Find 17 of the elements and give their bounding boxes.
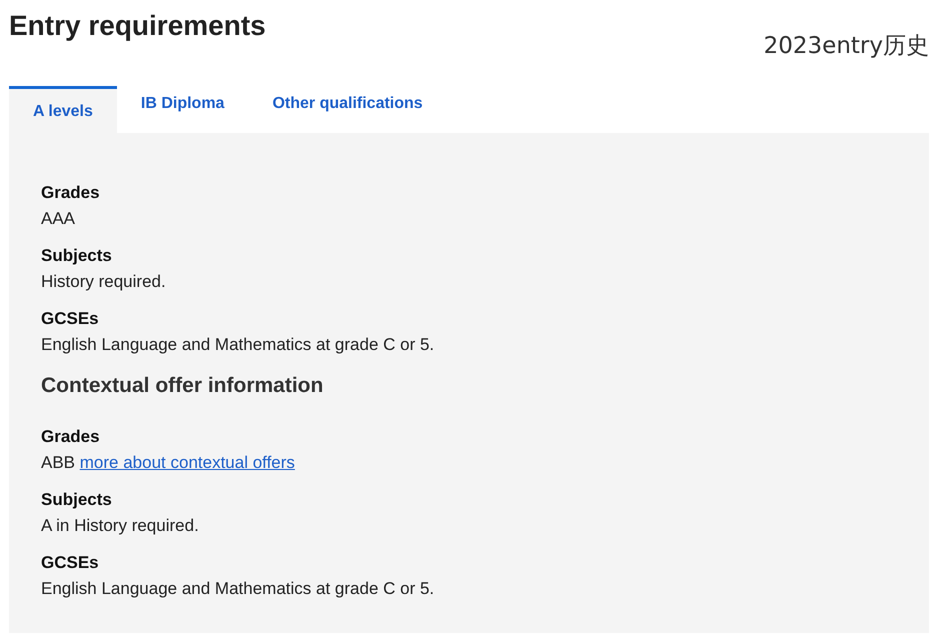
- field-value: AAA: [41, 209, 76, 228]
- field-value: English Language and Mathematics at grade C or 5.: [41, 579, 434, 598]
- tab[interactable]: A levels: [9, 86, 117, 133]
- caption: 2023entry历史: [764, 32, 929, 61]
- field-label: Subjects: [41, 489, 113, 511]
- section-heading: Contextual offer information: [41, 374, 324, 398]
- field-label: Subjects: [41, 245, 113, 267]
- field-label: GCSEs: [41, 552, 100, 574]
- field-label: Grades: [41, 426, 101, 448]
- page-title: Entry requirements: [9, 10, 266, 42]
- contextual-offers-link[interactable]: more about contextual offers: [80, 453, 295, 472]
- field-value: English Language and Mathematics at grade C or 5.: [41, 335, 434, 354]
- field-value: A in History required.: [41, 516, 199, 535]
- field-value: History required.: [41, 272, 166, 291]
- field-label: Grades: [41, 182, 101, 204]
- field-value: ABB: [41, 453, 76, 472]
- field-label: GCSEs: [41, 308, 100, 330]
